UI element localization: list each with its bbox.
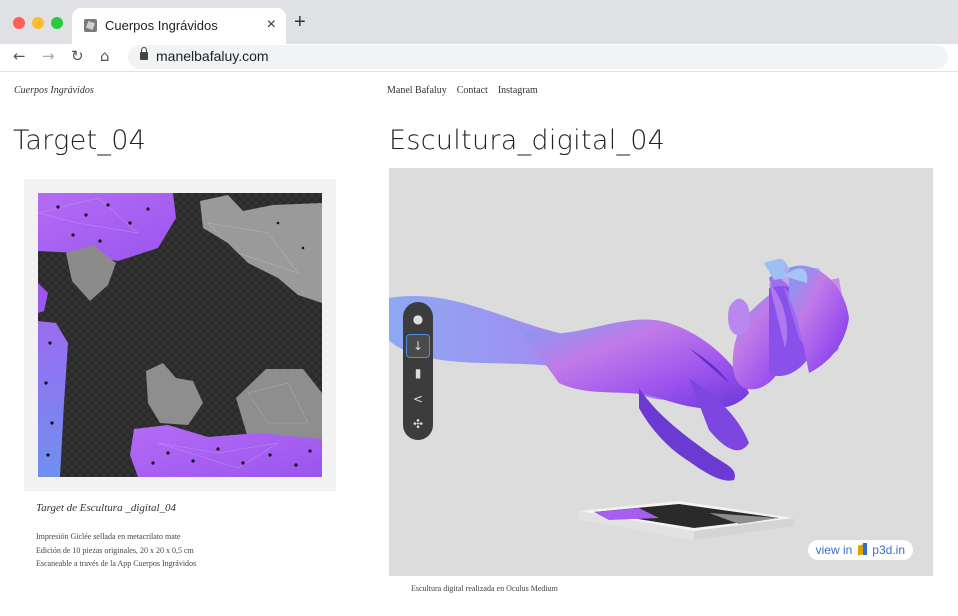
browser-navbar: ← → ↻ ⌂ manelbafaluy.com — [0, 44, 958, 72]
minimize-window-icon[interactable] — [32, 17, 44, 29]
down-arrow-icon[interactable]: ↓ — [406, 334, 430, 358]
new-tab-button[interactable]: + — [294, 12, 306, 32]
browser-tab[interactable]: Cuerpos Ingrávidos × — [72, 8, 286, 44]
back-icon[interactable]: ← — [13, 47, 26, 65]
artwork-caption-line: Impresión Giclée sellada en metacrilato … — [36, 532, 181, 541]
p3d-logo-icon — [856, 543, 868, 557]
sphere-icon[interactable]: ● — [406, 307, 430, 331]
tab-title: Cuerpos Ingrávidos — [105, 18, 218, 33]
browser-titlebar: Cuerpos Ingrávidos × + — [0, 0, 958, 44]
viewer-caption: Escultura digital realizada en Oculus Me… — [411, 584, 558, 593]
artwork-caption-line: Edición de 10 piezas originales, 20 x 20… — [36, 546, 194, 555]
favicon-icon — [84, 19, 97, 32]
url-text[interactable]: manelbafaluy.com — [156, 48, 269, 64]
p3d-brand-text: p3d.in — [872, 543, 905, 557]
reload-icon[interactable]: ↻ — [71, 47, 84, 65]
target-artwork-card — [24, 179, 336, 491]
close-window-icon[interactable] — [13, 17, 25, 29]
sculpture-render[interactable] — [389, 168, 933, 576]
nav-link-contact[interactable]: Contact — [457, 85, 488, 96]
artwork-caption-title: Target de Escultura _digital_04 — [36, 502, 177, 514]
address-bar[interactable]: manelbafaluy.com — [128, 45, 948, 69]
view-in-text: view in — [815, 543, 853, 557]
share-icon[interactable]: < — [406, 387, 430, 411]
3d-viewer[interactable]: ● ↓ ▮ < ✣ view in p3d.in — [389, 168, 933, 576]
lock-icon — [140, 47, 148, 60]
home-icon[interactable]: ⌂ — [100, 47, 110, 65]
artwork-title: Target_04 — [13, 125, 147, 156]
nav-link-instagram[interactable]: Instagram — [498, 85, 538, 96]
nav-link-manel-bafaluy[interactable]: Manel Bafaluy — [387, 85, 447, 96]
view-in-p3d-badge[interactable]: view in p3d.in — [807, 540, 913, 560]
mouse-icon[interactable]: ▮ — [406, 361, 430, 385]
artwork-caption-line: Escaneable a través de la App Cuerpos In… — [36, 559, 197, 568]
top-nav: Manel Bafaluy Contact Instagram — [387, 85, 538, 96]
expand-icon[interactable]: ✣ — [406, 412, 430, 436]
maximize-window-icon[interactable] — [51, 17, 63, 29]
sculpture-title: Escultura_digital_04 — [389, 125, 666, 156]
viewer-toolbar: ● ↓ ▮ < ✣ — [403, 302, 433, 440]
tab-close-icon[interactable]: × — [267, 16, 276, 34]
site-name[interactable]: Cuerpos Ingrávidos — [14, 85, 94, 96]
target-artwork-image — [38, 193, 322, 477]
forward-icon[interactable]: → — [42, 47, 55, 65]
